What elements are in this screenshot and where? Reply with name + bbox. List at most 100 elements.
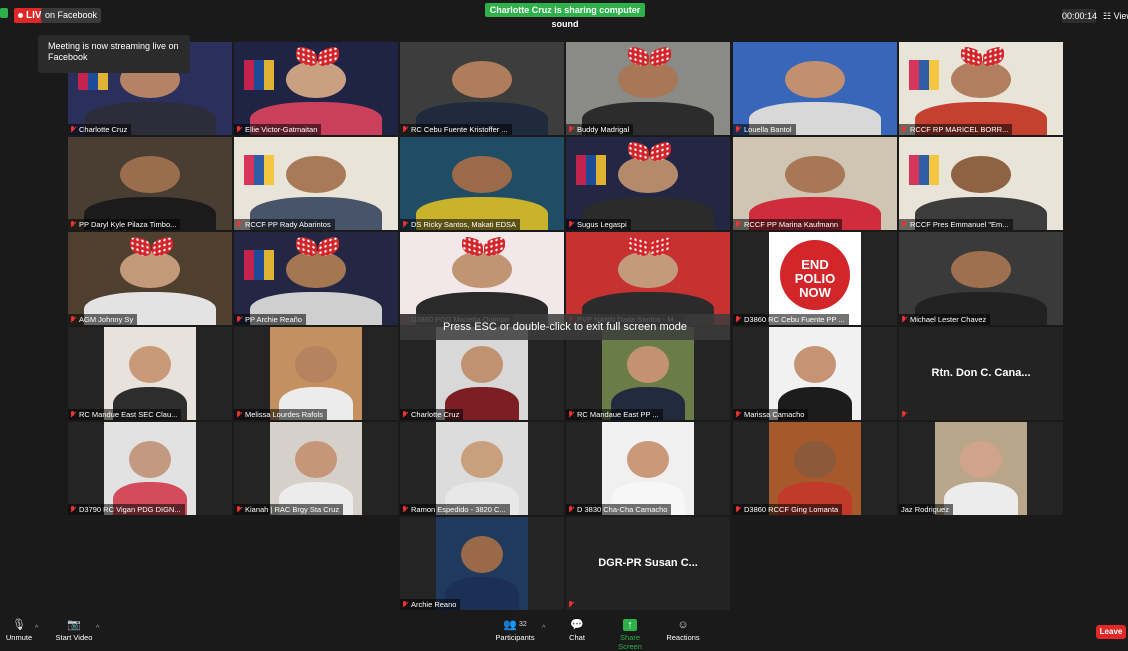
- participant-tile[interactable]: Ramon Espedido - 3820 C...: [400, 422, 564, 515]
- participant-tile[interactable]: PVP NANN Dada Santos - M...: [566, 232, 730, 325]
- participant-tile[interactable]: RC Mandue East SEC Clau...: [68, 327, 232, 420]
- participant-tile[interactable]: Melissa Lourdes Rafols: [234, 327, 398, 420]
- participant-tile[interactable]: Buddy Madrigal: [566, 42, 730, 135]
- red-bow-filter-icon: [462, 238, 505, 255]
- participant-face: [626, 440, 670, 478]
- start-video-button[interactable]: 📷 Start Video: [53, 619, 95, 642]
- participant-video: [566, 42, 730, 135]
- participant-name-tag: Charlotte Cruz: [68, 124, 132, 135]
- participant-tile[interactable]: D3860 PDG Marietta Quimpo: [400, 232, 564, 325]
- participant-tile[interactable]: Jaz Rodriguez: [899, 422, 1063, 515]
- participant-name: Ellie Victor-Gatmaitan: [245, 125, 318, 134]
- audio-options-caret[interactable]: ^: [35, 625, 38, 632]
- participant-name-tag: DS Ricky Santos, Makati EDSA: [400, 219, 521, 230]
- participant-face: [286, 60, 346, 98]
- muted-mic-icon: [236, 221, 242, 228]
- participant-video: [899, 137, 1063, 230]
- participant-face: [951, 155, 1011, 193]
- muted-mic-icon: 🎙: [12, 619, 26, 631]
- participant-name: RCCF RP MARICEL BORR...: [910, 125, 1009, 134]
- participant-tile[interactable]: DGR-PR Susan C...: [566, 517, 730, 610]
- participant-face: [286, 155, 346, 193]
- participant-tile[interactable]: RC Cebu Fuente Kristoffer ...: [400, 42, 564, 135]
- participant-face: [618, 250, 678, 288]
- participant-video: [602, 422, 694, 515]
- participant-tile[interactable]: RCCF PP Marina Kaufmann: [733, 137, 897, 230]
- participants-button[interactable]: 👥 32 Participants: [493, 619, 537, 642]
- on-facebook-label: on Facebook: [41, 8, 102, 23]
- participant-tile[interactable]: AGM Johnny Sy: [68, 232, 232, 325]
- muted-mic-icon: [402, 601, 408, 608]
- participant-tile[interactable]: D3790 RC Vigan PDG DIGN...: [68, 422, 232, 515]
- participant-name: Archie Reano: [411, 600, 457, 609]
- participant-name-tag: D3860 RCCF Ging Lomanta: [733, 504, 843, 515]
- participant-name-tag: Ellie Victor-Gatmaitan: [234, 124, 322, 135]
- participant-face: [460, 535, 504, 573]
- view-button[interactable]: ☷ View: [1103, 9, 1128, 23]
- muted-mic-icon: [568, 506, 574, 513]
- participant-face: [452, 60, 512, 98]
- participant-video: [234, 137, 398, 230]
- participant-video: [899, 232, 1063, 325]
- poster-text: END POLIO NOW: [794, 257, 836, 300]
- participant-tile[interactable]: Louella Bantol: [733, 42, 897, 135]
- participant-tile[interactable]: Marissa Camacho: [733, 327, 897, 420]
- participant-tile[interactable]: Rtn. Don C. Cana...: [899, 327, 1063, 420]
- participant-video: [436, 422, 528, 515]
- participant-tile[interactable]: Ellie Victor-Gatmaitan: [234, 42, 398, 135]
- participant-tile[interactable]: Sugus Legaspi: [566, 137, 730, 230]
- participant-mute-indicator: [899, 409, 911, 420]
- participant-tile[interactable]: Kianah | RAC Brgy Sta Cruz: [234, 422, 398, 515]
- share-screen-label: Share Screen: [618, 633, 642, 651]
- encryption-shield-icon[interactable]: [0, 8, 8, 18]
- participant-name-tag: Sugus Legaspi: [566, 219, 631, 230]
- muted-mic-icon: [901, 221, 907, 228]
- participant-name: RC Cebu Fuente Kristoffer ...: [411, 125, 508, 134]
- participant-face: [793, 345, 837, 383]
- participant-name-tag: D3790 RC Vigan PDG DIGN...: [68, 504, 185, 515]
- participant-video: [733, 137, 897, 230]
- muted-mic-icon: [901, 316, 907, 323]
- participant-video: [436, 327, 528, 420]
- participant-tile[interactable]: PP Daryl Kyle Pilaza Timbo...: [68, 137, 232, 230]
- participant-display-name: Rtn. Don C. Cana...: [931, 367, 1031, 379]
- participants-caret[interactable]: ^: [542, 625, 545, 632]
- muted-mic-icon: [402, 126, 408, 133]
- leave-button[interactable]: Leave: [1096, 625, 1126, 639]
- rotary-banner-graphic: [244, 60, 274, 90]
- participants-label: Participants: [495, 633, 535, 642]
- participant-tile[interactable]: PP Archie Reaño: [234, 232, 398, 325]
- participant-name-tag: Charlotte Cruz: [400, 409, 464, 420]
- participant-tile[interactable]: DS Ricky Santos, Makati EDSA: [400, 137, 564, 230]
- muted-mic-icon: [236, 126, 242, 133]
- participant-tile[interactable]: Archie Reano: [400, 517, 564, 610]
- video-off-icon: 📷: [67, 619, 81, 631]
- participant-tile[interactable]: RCCF RP MARICEL BORR...: [899, 42, 1063, 135]
- share-screen-button[interactable]: ↑ Share Screen: [608, 619, 652, 651]
- video-options-caret[interactable]: ^: [96, 625, 99, 632]
- muted-mic-icon: [568, 126, 574, 133]
- start-video-label: Start Video: [55, 633, 93, 642]
- participant-tile[interactable]: END POLIO NOW D3860 RC Cebu Fuente PP ...: [733, 232, 897, 325]
- participant-tile[interactable]: RCCF PP Rady Abarintos: [234, 137, 398, 230]
- reactions-button[interactable]: ☺ Reactions: [666, 619, 700, 642]
- chat-button[interactable]: 💬 Chat: [566, 619, 588, 642]
- rotary-banner-graphic: [909, 155, 939, 185]
- participant-name: Louella Bantol: [744, 125, 792, 134]
- participant-name: D 3830 Cha-Cha Camacho: [577, 505, 668, 514]
- participant-name: Charlotte Cruz: [79, 125, 128, 134]
- muted-mic-icon: [236, 506, 242, 513]
- participant-tile[interactable]: RC Mandaue East PP ...: [566, 327, 730, 420]
- participant-tile[interactable]: D 3830 Cha-Cha Camacho: [566, 422, 730, 515]
- muted-mic-icon: [70, 316, 76, 323]
- participant-tile[interactable]: Michael Lester Chavez: [899, 232, 1063, 325]
- participant-name-tag: PP Daryl Kyle Pilaza Timbo...: [68, 219, 181, 230]
- participant-face: [452, 250, 512, 288]
- reactions-icon: ☺: [677, 619, 689, 631]
- participant-tile[interactable]: RCCF Pres Emmanuel "Em...: [899, 137, 1063, 230]
- unmute-button[interactable]: 🎙 Unmute: [4, 619, 34, 642]
- fullscreen-exit-hint: Press ESC or double-click to exit full s…: [400, 314, 730, 340]
- muted-mic-icon: [568, 221, 574, 228]
- participant-tile[interactable]: Charlotte Cruz: [400, 327, 564, 420]
- participant-tile[interactable]: D3860 RCCF Ging Lomanta: [733, 422, 897, 515]
